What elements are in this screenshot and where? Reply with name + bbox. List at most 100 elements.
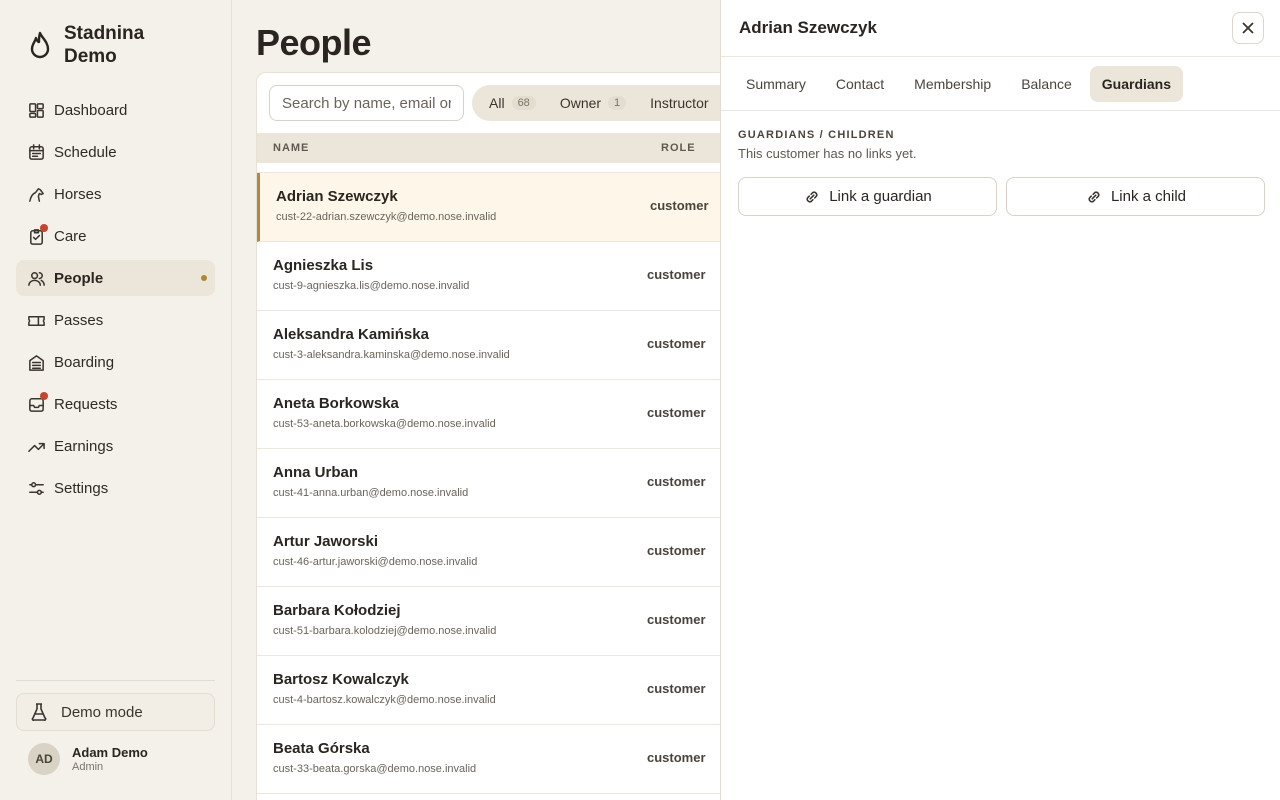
horse-icon xyxy=(26,184,46,204)
button-label: Link a guardian xyxy=(829,188,932,205)
table-row[interactable]: Beata Górska cust-33-beata.gorska@demo.n… xyxy=(257,725,720,794)
sidebar-item-label: Boarding xyxy=(54,353,115,371)
notification-dot xyxy=(40,392,48,400)
filter-label: Owner xyxy=(559,95,602,111)
person-email: cust-3-aleksandra.kaminska@demo.nose.inv… xyxy=(273,349,510,361)
table-header: NAME ROLE xyxy=(257,133,720,163)
person-detail-drawer: Adrian Szewczyk Summary Contact Membersh… xyxy=(720,0,1280,800)
person-role: customer xyxy=(647,336,706,351)
sidebar-item-label: Requests xyxy=(54,395,118,413)
section-heading: GUARDIANS / CHILDREN xyxy=(738,129,895,141)
search-input[interactable] xyxy=(269,85,464,121)
person-email: cust-46-artur.jaworski@demo.nose.invalid xyxy=(273,556,478,568)
person-email: cust-41-anna.urban@demo.nose.invalid xyxy=(273,487,469,499)
button-label: Link a child xyxy=(1110,188,1187,205)
person-name: Bartosz Kowalczyk xyxy=(273,671,409,688)
sidebar-item-label: Schedule xyxy=(54,143,117,161)
sidebar-item-requests[interactable]: Requests xyxy=(16,386,215,422)
avatar: AD xyxy=(28,743,60,775)
table-row[interactable]: Bartosz Kowalczyk cust-4-bartosz.kowalcz… xyxy=(257,656,720,725)
sidebar-item-schedule[interactable]: Schedule xyxy=(16,134,215,170)
sliders-icon xyxy=(26,478,46,498)
building-icon xyxy=(26,352,46,372)
tab-balance[interactable]: Balance xyxy=(1009,66,1084,102)
calendar-icon xyxy=(26,142,46,162)
active-indicator xyxy=(201,275,207,281)
sidebar-item-dashboard[interactable]: Dashboard xyxy=(16,92,215,128)
person-name: Agnieszka Lis xyxy=(273,257,374,274)
table-row[interactable]: Aleksandra Kamińska cust-3-aleksandra.ka… xyxy=(257,311,720,380)
filter-count: 1 xyxy=(608,96,627,110)
sidebar-footer: Demo mode AD Adam Demo Admin xyxy=(16,680,215,775)
person-email: cust-33-beata.gorska@demo.nose.invalid xyxy=(273,763,477,775)
drawer-tabs: Summary Contact Membership Balance Guard… xyxy=(721,57,1280,111)
sidebar-item-care[interactable]: Care xyxy=(16,218,215,254)
clipboard-icon xyxy=(26,224,48,246)
link-icon xyxy=(1088,190,1100,203)
people-icon xyxy=(26,268,46,288)
column-role[interactable]: ROLE xyxy=(661,142,696,154)
user-role: Admin xyxy=(72,761,104,773)
person-name: Anna Urban xyxy=(273,464,359,481)
person-email: cust-22-adrian.szewczyk@demo.nose.invali… xyxy=(276,211,497,223)
person-email: cust-4-bartosz.kowalczyk@demo.nose.inval… xyxy=(273,694,496,706)
sidebar-item-boarding[interactable]: Boarding xyxy=(16,344,215,380)
link-guardian-button[interactable]: Link a guardian xyxy=(738,177,997,216)
person-name: Aleksandra Kamińska xyxy=(273,326,429,343)
person-email: cust-53-aneta.borkowska@demo.nose.invali… xyxy=(273,418,496,430)
sidebar-item-label: People xyxy=(54,269,104,287)
flask-icon xyxy=(31,703,47,721)
table-row[interactable]: Agnieszka Lis cust-9-agnieszka.lis@demo.… xyxy=(257,242,720,311)
sidebar-item-label: Passes xyxy=(54,311,104,329)
sidebar-item-horses[interactable]: Horses xyxy=(16,176,215,212)
person-name: Adrian Szewczyk xyxy=(276,188,398,205)
person-email: cust-9-agnieszka.lis@demo.nose.invalid xyxy=(273,280,470,292)
filter-label: Instructor xyxy=(650,95,709,111)
table-row[interactable]: Artur Jaworski cust-46-artur.jaworski@de… xyxy=(257,518,720,587)
person-name: Beata Górska xyxy=(273,740,370,757)
link-child-button[interactable]: Link a child xyxy=(1006,177,1265,216)
user-profile[interactable]: AD Adam Demo Admin xyxy=(16,743,215,775)
role-filter: All 68 Owner 1 Instructor xyxy=(472,85,720,121)
table-row[interactable]: Aneta Borkowska cust-53-aneta.borkowska@… xyxy=(257,380,720,449)
sidebar-nav: Dashboard Schedule Horses Care People Pa… xyxy=(16,92,215,512)
filter-label: All xyxy=(489,95,505,111)
close-button[interactable] xyxy=(1232,12,1264,44)
tab-summary[interactable]: Summary xyxy=(734,66,818,102)
table-row[interactable]: Adrian Szewczyk cust-22-adrian.szewczyk@… xyxy=(257,173,720,242)
person-role: customer xyxy=(647,612,706,627)
filter-instructor[interactable]: Instructor xyxy=(638,89,720,117)
sidebar-item-label: Dashboard xyxy=(54,101,128,119)
sidebar: Stadnina Demo Dashboard Schedule Horses … xyxy=(0,0,232,800)
sidebar-item-settings[interactable]: Settings xyxy=(16,470,215,506)
person-name: Artur Jaworski xyxy=(273,533,379,550)
main-content: People All 68 Owner 1 Instructor NAME RO… xyxy=(232,0,720,800)
tab-guardians[interactable]: Guardians xyxy=(1089,65,1184,102)
filter-owner[interactable]: Owner 1 xyxy=(548,89,638,117)
table-row[interactable]: Barbara Kołodziej cust-51-barbara.kolodz… xyxy=(257,587,720,656)
toolbar: All 68 Owner 1 Instructor xyxy=(257,73,720,133)
page-title: People xyxy=(256,22,372,63)
ticket-icon xyxy=(26,310,46,330)
person-role: customer xyxy=(647,681,706,696)
sidebar-item-earnings[interactable]: Earnings xyxy=(16,428,215,464)
grid-icon xyxy=(26,100,46,120)
sidebar-item-label: Earnings xyxy=(54,437,114,455)
filter-all[interactable]: All 68 xyxy=(477,89,548,117)
tab-membership[interactable]: Membership xyxy=(902,66,1003,102)
people-panel: All 68 Owner 1 Instructor NAME ROLE Adri… xyxy=(256,72,720,800)
tab-contact[interactable]: Contact xyxy=(824,66,896,102)
person-role: customer xyxy=(647,750,706,765)
person-name: Aneta Borkowska xyxy=(273,395,399,412)
column-name[interactable]: NAME xyxy=(257,142,661,154)
brand[interactable]: Stadnina Demo xyxy=(28,22,174,68)
sidebar-item-people[interactable]: People xyxy=(16,260,215,296)
close-icon xyxy=(1242,22,1254,34)
inbox-icon xyxy=(26,392,48,414)
demo-mode-button[interactable]: Demo mode xyxy=(16,693,215,731)
demo-mode-label: Demo mode xyxy=(61,703,143,721)
person-role: customer xyxy=(647,474,706,489)
drawer-title: Adrian Szewczyk xyxy=(739,18,877,37)
table-row[interactable]: Anna Urban cust-41-anna.urban@demo.nose.… xyxy=(257,449,720,518)
sidebar-item-passes[interactable]: Passes xyxy=(16,302,215,338)
